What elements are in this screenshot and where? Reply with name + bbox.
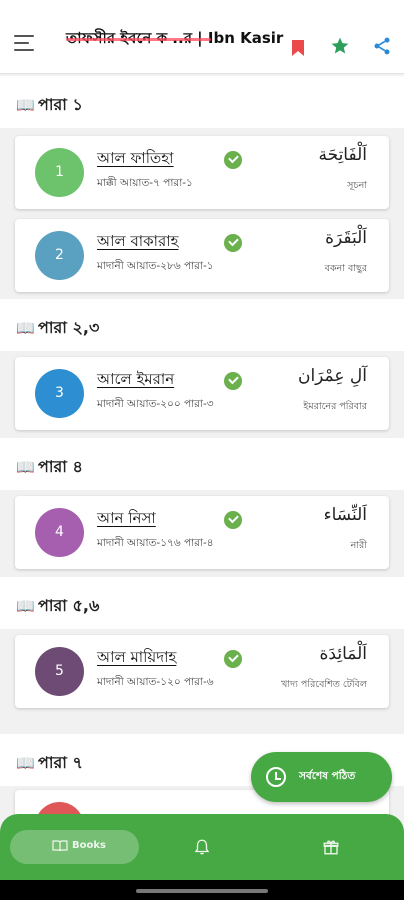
surah-meaning: বকনা বাছুর <box>324 263 367 274</box>
surah-arabic-name: اَلْفَاتِحَة <box>318 145 367 165</box>
app-title: তাফসীর ইবনে ক ..র | Ibn Kasir <box>66 29 284 47</box>
bottom-nav: Books <box>0 814 404 880</box>
surah-meaning: খাদ্য পরিবেশিত টেবিল <box>281 679 367 690</box>
history-icon <box>266 767 286 787</box>
surah-number: 1 <box>35 148 84 197</box>
books-icon <box>52 840 68 852</box>
last-read-label: সর্বশেষ পঠিত <box>299 770 356 782</box>
surah-arabic-name: آلِ عِمْرَان <box>297 366 367 386</box>
surah-meta: মাদানী আয়াত-২০০ পারা-৩ <box>97 398 214 410</box>
surah-card[interactable]: 5 আল মায়িদাহ মাদানী আয়াত-১২০ পারা-৬ اَ… <box>15 635 389 708</box>
surah-card[interactable]: 2 আল বাকারাহ মাদানী আয়াত-২৮৬ পারা-১ اَل… <box>15 219 389 292</box>
section-header: 📖 পারা ২,৩ <box>0 299 404 351</box>
surah-meta: মাক্কী আয়াত-৭ পারা-১ <box>97 177 193 189</box>
surah-meaning: নারী <box>350 540 367 551</box>
star-icon[interactable] <box>330 36 350 56</box>
surah-name: আল বাকারাহ <box>97 232 179 250</box>
check-icon <box>224 650 242 668</box>
check-icon <box>224 372 242 390</box>
bell-icon[interactable] <box>193 838 211 856</box>
book-icon: 📖 <box>16 597 35 615</box>
share-icon[interactable] <box>372 36 392 56</box>
section-header: 📖 পারা ৫,৬ <box>0 577 404 629</box>
book-icon: 📖 <box>16 754 35 772</box>
surah-arabic-name: اَلْمَائِدَة <box>319 644 367 664</box>
surah-number: 5 <box>35 647 84 696</box>
section-label: পারা ৪ <box>38 457 83 476</box>
book-icon: 📖 <box>16 458 35 476</box>
surah-name: আলে ইমরান <box>97 370 175 388</box>
nav-books[interactable]: Books <box>10 830 139 864</box>
surah-name: আল মায়িদাহ <box>97 648 177 666</box>
surah-card[interactable]: 3 আলে ইমরান মাদানী আয়াত-২০০ পারা-৩ آلِ … <box>15 357 389 430</box>
surah-name: আন নিসা <box>97 509 156 527</box>
app-bar: তাফসীর ইবনে ক ..র | Ibn Kasir <box>0 0 404 74</box>
book-icon: 📖 <box>16 96 35 114</box>
section-header: 📖 পারা ১ <box>0 76 404 128</box>
section-label: পারা ৫,৬ <box>38 596 100 615</box>
last-read-button[interactable]: সর্বশেষ পঠিত <box>251 752 392 802</box>
surah-number: 4 <box>35 508 84 557</box>
surah-number: 2 <box>35 231 84 280</box>
home-indicator[interactable] <box>136 889 268 893</box>
check-icon <box>224 234 242 252</box>
surah-arabic-name: اَلْبَقَرَة <box>325 228 367 248</box>
section-label: পারা ২,৩ <box>38 318 100 337</box>
gift-icon[interactable] <box>322 838 340 856</box>
check-icon <box>224 511 242 529</box>
surah-name: আল ফাতিহা <box>97 149 174 167</box>
surah-arabic-name: اَلنِّسَاء <box>323 505 367 525</box>
surah-meta: মাদানী আয়াত-১৭৬ পারা-৪ <box>97 537 214 549</box>
surah-number: 3 <box>35 369 84 418</box>
surah-meta: মাদানী আয়াত-২৮৬ পারা-১ <box>97 260 214 272</box>
book-icon: 📖 <box>16 319 35 337</box>
menu-icon[interactable] <box>14 35 38 57</box>
check-icon <box>224 151 242 169</box>
surah-meta: মাদানী আয়াত-১২০ পারা-৬ <box>97 676 214 688</box>
section-label: পারা ১ <box>38 95 83 114</box>
bookmark-icon[interactable] <box>291 40 305 56</box>
surah-meaning: ইমরানের পরিবার <box>303 401 367 412</box>
section-header: 📖 পারা ৪ <box>0 438 404 490</box>
surah-card[interactable]: 4 আন নিসা মাদানী আয়াত-১৭৬ পারা-৪ اَلنِّ… <box>15 496 389 569</box>
surah-card[interactable]: 1 আল ফাতিহা মাক্কী আয়াত-৭ পারা-১ اَلْفَ… <box>15 136 389 209</box>
section-label: পারা ৭ <box>38 753 83 772</box>
surah-meaning: সূচনা <box>347 180 367 191</box>
nav-books-label: Books <box>72 840 106 851</box>
